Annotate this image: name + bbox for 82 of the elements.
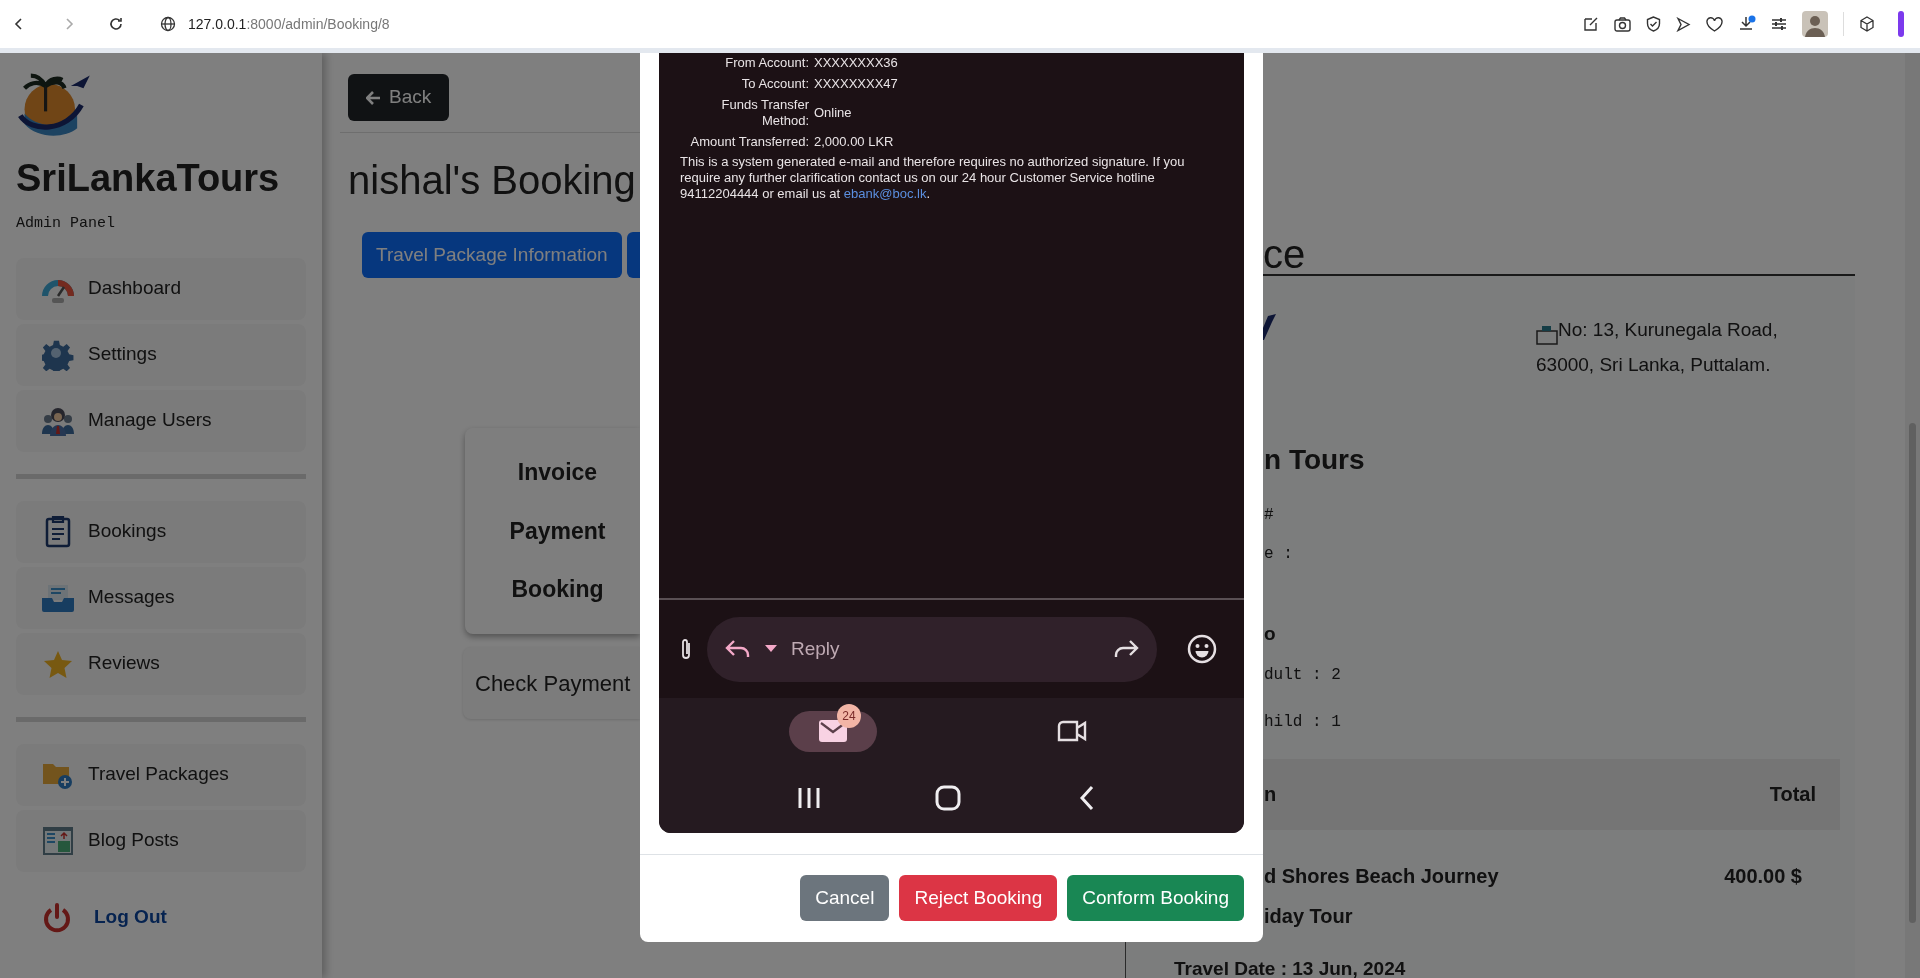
mail-icon — [819, 720, 847, 742]
clipboard-icon — [45, 515, 71, 548]
reply-icon[interactable] — [725, 639, 751, 659]
field-label: To Account: — [740, 76, 809, 92]
gear-icon — [42, 338, 74, 371]
sidebar-item[interactable]: Reviews — [16, 632, 306, 695]
avatar-icon[interactable] — [1802, 11, 1828, 37]
attach-icon[interactable] — [679, 637, 693, 661]
logout-link[interactable]: Log Out — [94, 903, 167, 932]
email-note: This is a system generated e-mail and therefore requires no authorized signature. If you require any further clarification contact us on our 24 hour Customer Service hotline 94112204444 or email us at ebank@boc.lk. — [679, 154, 1186, 202]
address-bar[interactable]: 127.0.0.1:8000/admin/Booking/8 — [188, 13, 390, 35]
section-title: ce — [1263, 234, 1307, 274]
reply-input[interactable]: Reply — [791, 634, 1099, 664]
video-icon[interactable] — [1057, 720, 1087, 742]
count-text: dult : 2 — [1264, 664, 1342, 686]
tab-button[interactable]: Travel Package Information — [362, 232, 622, 278]
building-icon — [1536, 324, 1558, 345]
column-header: Total — [1769, 782, 1816, 807]
mail-badge: 24 — [837, 703, 861, 728]
field-label: From Account: — [724, 55, 809, 71]
page-heading: nishal's Booking — [347, 160, 637, 200]
menu-link[interactable]: Booking — [511, 572, 604, 607]
scrollbar[interactable] — [1905, 53, 1920, 978]
field-value: XXXXXXXX47 — [814, 76, 898, 92]
edit-icon[interactable] — [1583, 16, 1599, 32]
mail-tab[interactable] — [789, 710, 877, 752]
heart-icon[interactable] — [1706, 16, 1723, 32]
home-icon[interactable] — [935, 785, 961, 811]
sidebar-item[interactable]: Messages — [16, 566, 306, 629]
brand-title: SriLankaTours — [16, 159, 281, 197]
sidebar-item[interactable]: Travel Packages — [16, 743, 306, 806]
reply-field[interactable]: Reply — [707, 616, 1157, 682]
check-payment-card[interactable]: Check Payment — [463, 647, 640, 719]
group-title: o — [1264, 622, 1277, 646]
count-text: hild : 1 — [1264, 711, 1342, 733]
sidebar-item[interactable]: Manage Users — [16, 389, 306, 452]
shield-icon[interactable] — [1646, 16, 1661, 32]
company-name: n Tours — [1264, 443, 1366, 477]
cube-icon[interactable] — [1859, 16, 1875, 32]
menu-link[interactable]: Payment — [509, 513, 606, 549]
travel-date: Travel Date : 13 Jun, 2024 — [1174, 956, 1407, 978]
address-line: 63000, Sri Lanka, Puttalam. — [1536, 352, 1772, 377]
download-icon[interactable] — [1738, 15, 1756, 33]
field-label: Amount Transferred: — [689, 134, 809, 150]
modal-button[interactable]: Reject Booking — [899, 875, 1058, 921]
field-label: e : — [1264, 544, 1294, 565]
sidebar-handle[interactable] — [1898, 11, 1904, 37]
modal-button[interactable]: Cancel — [800, 875, 890, 921]
table-cell-text: 400.00 $ — [1724, 863, 1802, 889]
emoji-icon[interactable] — [1187, 634, 1217, 664]
blog-board-icon — [42, 824, 74, 857]
field-value: Online — [814, 105, 852, 121]
table-cell-text: d Shores Beach Journey — [1264, 863, 1499, 889]
sidebar-item[interactable]: Settings — [16, 323, 306, 386]
field-label: # — [1264, 505, 1275, 526]
forward-icon[interactable] — [1113, 639, 1139, 659]
sidebar-item[interactable]: Dashboard — [16, 257, 306, 320]
back-nav-icon[interactable] — [1079, 785, 1095, 811]
power-icon[interactable] — [42, 901, 72, 934]
sidebar-item[interactable]: Blog Posts — [16, 809, 306, 872]
field-value: 2,000.00 LKR — [814, 134, 894, 150]
star-icon — [43, 649, 73, 678]
sidebar-item[interactable]: Bookings — [16, 500, 306, 563]
recent-apps-icon[interactable] — [797, 786, 821, 810]
inbox-icon — [42, 583, 74, 612]
globe-icon[interactable] — [160, 16, 176, 32]
back-button[interactable]: Back — [348, 74, 450, 121]
arrow-left-icon — [366, 90, 381, 105]
modal-button[interactable]: Conform Booking — [1067, 875, 1244, 921]
field-value: XXXXXXXX36 — [814, 55, 898, 71]
table-cell-text: iday Tour — [1264, 903, 1354, 929]
brand-subtitle: Admin Panel — [16, 214, 117, 234]
menu-link[interactable]: Invoice — [517, 455, 598, 490]
play-icon[interactable] — [1676, 16, 1691, 32]
reload-icon[interactable] — [108, 16, 124, 32]
camera-icon[interactable] — [1614, 16, 1631, 32]
sliders-icon[interactable] — [1771, 17, 1787, 31]
users-icon — [42, 405, 74, 436]
column-header: n — [1264, 782, 1277, 807]
field-label: Funds Transfer Method: — [720, 97, 809, 129]
caret-icon[interactable] — [765, 645, 777, 653]
address-line: No: 13, Kurunegala Road, — [1558, 318, 1778, 342]
